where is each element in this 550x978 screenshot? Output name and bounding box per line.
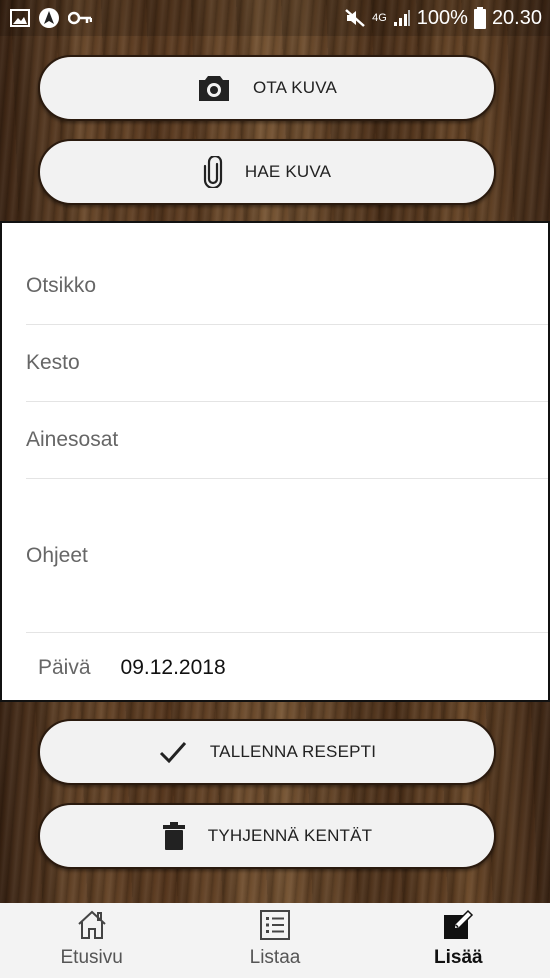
check-icon: [159, 742, 186, 764]
image-icon: [10, 9, 30, 27]
battery-icon: [473, 7, 486, 29]
nav-label-list: Listaa: [249, 947, 301, 968]
paperclip-icon: [203, 156, 222, 188]
instructions-placeholder: Ohjeet: [26, 543, 88, 567]
network-type: 4G: [372, 12, 387, 24]
nav-item-list[interactable]: Listaa: [183, 903, 366, 978]
status-right: 4G 100% 20.30: [344, 7, 542, 30]
save-recipe-label: TALLENNA RESEPTI: [209, 742, 377, 761]
signal-icon: [393, 10, 410, 26]
take-photo-button[interactable]: OTA KUVA: [38, 55, 496, 121]
status-left-icons: [10, 7, 92, 29]
bottom-navigation: Etusivu Listaa Lisää: [0, 903, 550, 978]
title-placeholder: Otsikko: [26, 273, 97, 297]
take-photo-label: OTA KUVA: [252, 78, 338, 97]
ingredients-field[interactable]: Ainesosat: [26, 402, 548, 479]
duration-field[interactable]: Kesto: [26, 325, 548, 402]
nav-item-home[interactable]: Etusivu: [0, 903, 183, 978]
status-bar: 4G 100% 20.30: [0, 0, 550, 36]
title-field[interactable]: Otsikko: [26, 247, 548, 325]
clock: 20.30: [491, 6, 542, 29]
recipe-form: Otsikko Kesto Ainesosat Ohjeet Päivä 09.…: [0, 221, 550, 702]
trash-icon: [162, 822, 185, 850]
instructions-field[interactable]: Ohjeet: [26, 479, 548, 633]
date-row[interactable]: Päivä 09.12.2018: [38, 653, 226, 683]
save-recipe-button[interactable]: TALLENNA RESEPTI: [38, 719, 496, 785]
fetch-photo-button[interactable]: HAE KUVA: [38, 139, 496, 205]
nav-label-add: Lisää: [434, 947, 483, 968]
camera-icon: [198, 76, 229, 101]
navigation-icon: [39, 8, 59, 28]
fetch-photo-label: HAE KUVA: [244, 162, 332, 181]
clear-fields-label: TYHJENNÄ KENTÄT: [207, 826, 373, 845]
clear-fields-button[interactable]: TYHJENNÄ KENTÄT: [38, 803, 496, 869]
ingredients-placeholder: Ainesosat: [26, 428, 119, 451]
nav-label-home: Etusivu: [60, 947, 123, 968]
date-value[interactable]: 09.12.2018: [121, 656, 226, 680]
battery-percent: 100%: [416, 6, 468, 29]
nav-item-add[interactable]: Lisää: [367, 903, 550, 978]
key-icon: [68, 11, 92, 25]
date-label: Päivä: [38, 656, 91, 679]
list-icon: [259, 910, 290, 940]
mute-icon: [345, 9, 365, 27]
home-icon: [77, 910, 106, 939]
edit-icon: [444, 909, 474, 939]
duration-placeholder: Kesto: [26, 351, 80, 374]
